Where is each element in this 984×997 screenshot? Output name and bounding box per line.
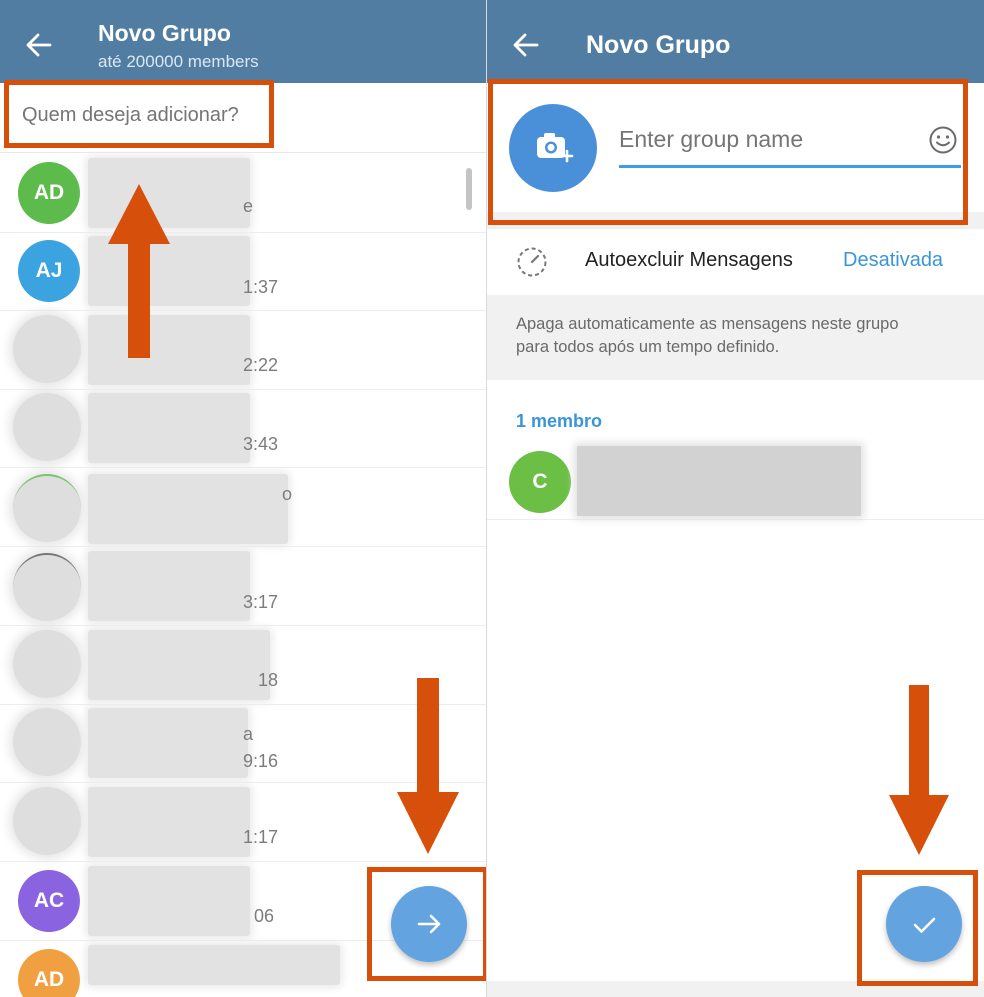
back-arrow-icon[interactable] bbox=[24, 30, 54, 60]
timer-icon bbox=[517, 247, 547, 277]
contact-status: 1:37 bbox=[243, 277, 279, 297]
redacted-contact-name bbox=[88, 866, 250, 936]
avatar bbox=[13, 474, 81, 542]
auto-delete-value[interactable]: Desativada bbox=[843, 249, 943, 272]
down-arrow-annotation-icon bbox=[889, 685, 949, 855]
scrollbar[interactable] bbox=[466, 168, 472, 210]
avatar bbox=[13, 630, 81, 698]
avatar: AJ bbox=[18, 240, 80, 302]
avatar: AD bbox=[18, 949, 80, 997]
page-title: Novo Grupo bbox=[586, 31, 731, 59]
next-button-highlight-box bbox=[367, 867, 486, 981]
contact-row[interactable]: AD e bbox=[0, 154, 486, 233]
contact-status: e bbox=[243, 196, 254, 216]
up-arrow-annotation-icon bbox=[108, 184, 170, 358]
new-group-screen: Novo Grupo Autoexcluir Mensagens Desativ… bbox=[487, 0, 984, 997]
avatar: C bbox=[509, 451, 571, 513]
app-header: Novo Grupo bbox=[487, 0, 984, 83]
group-name-highlight-box bbox=[488, 79, 968, 225]
back-arrow-icon[interactable] bbox=[511, 30, 541, 60]
contact-status: 2:22 bbox=[243, 355, 279, 375]
avatar bbox=[13, 708, 81, 776]
page-title: Novo Grupo bbox=[98, 20, 231, 46]
contact-row[interactable]: o bbox=[0, 468, 486, 547]
avatar bbox=[13, 787, 81, 855]
members-section-header: 1 membro bbox=[516, 411, 603, 431]
redacted-member-name bbox=[577, 446, 861, 516]
avatar: AC bbox=[18, 870, 80, 932]
redacted-contact-name bbox=[88, 630, 270, 700]
contact-status: o bbox=[282, 484, 293, 504]
auto-delete-label: Autoexcluir Mensagens bbox=[585, 249, 793, 271]
contact-row[interactable]: 3:43 bbox=[0, 389, 486, 468]
search-highlight-box bbox=[4, 80, 274, 148]
contact-row[interactable]: 2:22 bbox=[0, 311, 486, 390]
redacted-contact-name bbox=[88, 787, 250, 857]
contact-row[interactable]: 3:17 bbox=[0, 547, 486, 626]
add-members-screen: Novo Grupo até 200000 members AD e AJ 1:… bbox=[0, 0, 486, 997]
contact-status: 3:17 bbox=[243, 592, 279, 612]
avatar bbox=[13, 553, 81, 621]
avatar bbox=[13, 315, 81, 383]
auto-delete-info-text: Apaga automaticamente as mensagens neste… bbox=[516, 315, 899, 356]
contact-status: a 9:16 bbox=[243, 724, 279, 771]
app-header: Novo Grupo até 200000 members bbox=[0, 0, 486, 83]
redacted-contact-name bbox=[88, 474, 288, 544]
down-arrow-annotation-icon bbox=[397, 678, 459, 854]
avatar bbox=[13, 393, 81, 461]
page-subtitle: até 200000 members bbox=[98, 52, 259, 71]
contact-status: 3:43 bbox=[243, 434, 279, 454]
contact-status: 18 bbox=[258, 670, 279, 690]
redacted-contact-name bbox=[88, 551, 250, 621]
contact-row[interactable]: AJ 1:37 bbox=[0, 232, 486, 311]
redacted-contact-name bbox=[88, 393, 250, 463]
avatar: AD bbox=[18, 162, 80, 224]
contact-status: 1:17 bbox=[243, 827, 279, 847]
create-button-highlight-box bbox=[857, 870, 978, 986]
member-row[interactable]: C bbox=[487, 440, 984, 520]
redacted-contact-name bbox=[88, 708, 248, 778]
contact-status: 06 bbox=[254, 906, 275, 926]
redacted-contact-name bbox=[88, 945, 340, 985]
